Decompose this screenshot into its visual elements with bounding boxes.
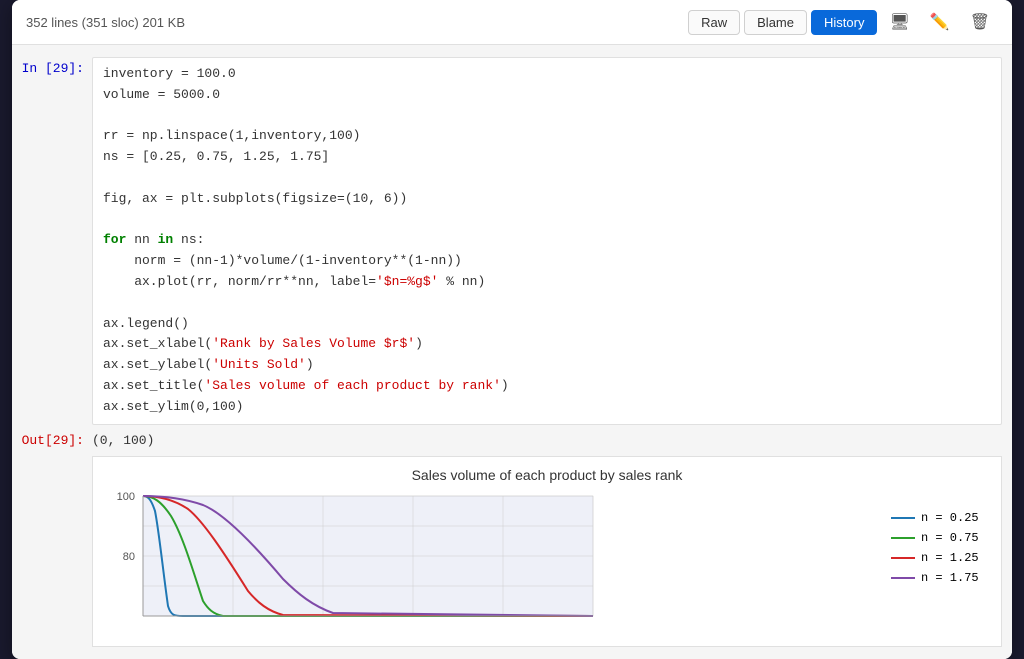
svg-text:80: 80 (123, 551, 135, 563)
code-content: inventory = 100.0 volume = 5000.0 rr = n… (92, 57, 1002, 425)
legend-line-3 (891, 557, 915, 559)
chart-container: Sales volume of each product by sales ra… (92, 456, 1002, 647)
delete-icon[interactable]: 🗑 (962, 8, 998, 36)
legend-line-2 (891, 537, 915, 539)
monitor-icon[interactable]: 🖥 (881, 8, 917, 36)
svg-text:100: 100 (117, 491, 135, 503)
raw-button[interactable]: Raw (688, 10, 740, 35)
legend-item-4: n = 1.75 (891, 571, 991, 585)
legend-line-1 (891, 517, 915, 519)
chart-svg-area: 100 80 (103, 491, 881, 636)
code-block: inventory = 100.0 volume = 5000.0 rr = n… (103, 64, 991, 418)
chart-inner: 100 80 (103, 491, 991, 636)
edit-icon[interactable]: ✏️ (922, 8, 958, 36)
cell-area: In [29]: inventory = 100.0 volume = 5000… (12, 45, 1012, 659)
notebook-container: 352 lines (351 sloc) 201 KB Raw Blame Hi… (12, 0, 1012, 659)
output-cell-29: Out[29]: (0, 100) (12, 429, 1012, 452)
chart-title: Sales volume of each product by sales ra… (103, 467, 991, 483)
cell-in-label: In [29]: (12, 57, 92, 425)
toolbar: 352 lines (351 sloc) 201 KB Raw Blame Hi… (12, 0, 1012, 45)
history-button[interactable]: History (811, 10, 877, 35)
legend-item-2: n = 0.75 (891, 531, 991, 545)
legend-label-1: n = 0.25 (921, 511, 979, 525)
legend-label-4: n = 1.75 (921, 571, 979, 585)
legend-label-2: n = 0.75 (921, 531, 979, 545)
blame-button[interactable]: Blame (744, 10, 807, 35)
legend-item-1: n = 0.25 (891, 511, 991, 525)
output-text: (0, 100) (92, 429, 164, 452)
chart-svg: 100 80 (103, 491, 623, 631)
file-info: 352 lines (351 sloc) 201 KB (26, 15, 185, 30)
toolbar-buttons: Raw Blame History 🖥 ✏️ 🗑 (688, 8, 998, 36)
cell-out-label: Out[29]: (12, 429, 92, 452)
legend-item-3: n = 1.25 (891, 551, 991, 565)
legend-label-3: n = 1.25 (921, 551, 979, 565)
chart-legend: n = 0.25 n = 0.75 n = 1.25 n = 1.75 (891, 491, 991, 636)
legend-line-4 (891, 577, 915, 579)
code-cell-29: In [29]: inventory = 100.0 volume = 5000… (12, 55, 1012, 427)
